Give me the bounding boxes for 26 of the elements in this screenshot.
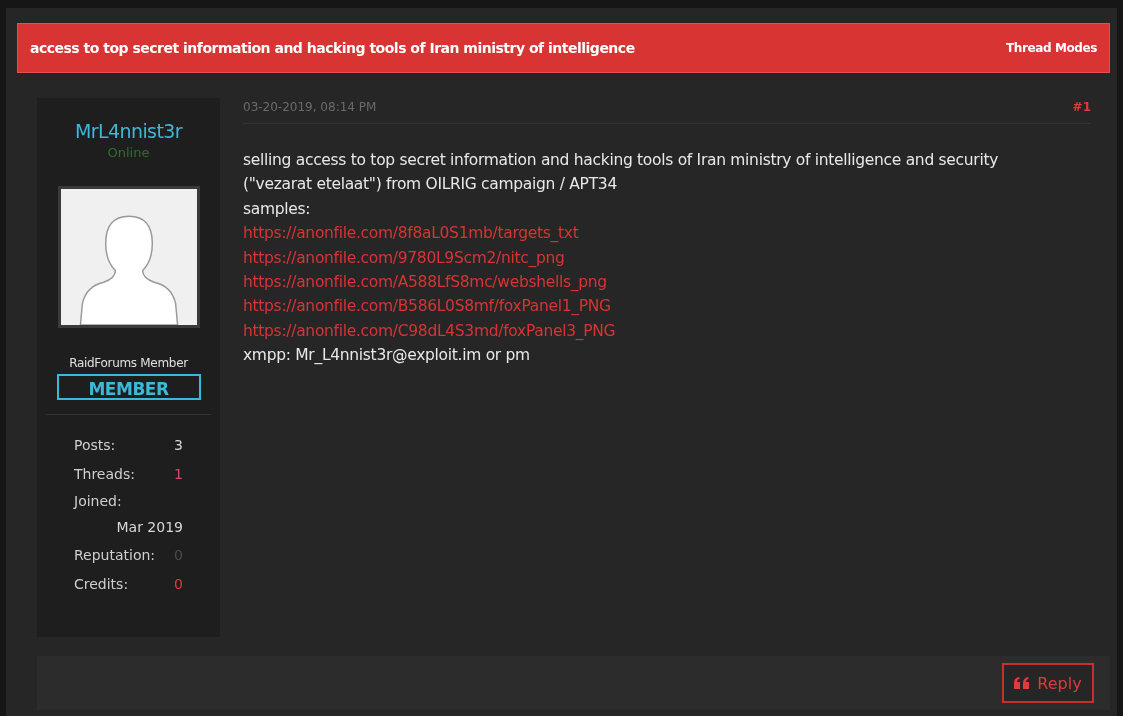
username-link[interactable]: MrL4nnist3r bbox=[75, 120, 182, 142]
file-link[interactable]: https://anonfile.com/8f8aL0S1mb/targets_txt bbox=[243, 221, 579, 246]
post-date: 03-20-2019, 08:14 PM bbox=[243, 100, 377, 114]
stat-label: Posts: bbox=[74, 436, 116, 453]
stat-label: Threads: bbox=[74, 465, 135, 482]
post-number-link[interactable]: #1 bbox=[1072, 100, 1091, 114]
post-text: xmpp: Mr_L4nnist3r@exploit.im or pm bbox=[243, 345, 531, 367]
thread-modes-link[interactable]: Thread Modes bbox=[1006, 41, 1097, 55]
stat-label: Reputation: bbox=[74, 546, 156, 563]
thread-title: access to top secret information and hacking tools of Iran ministry of intelligence bbox=[30, 40, 635, 56]
stat-label: Joined: bbox=[74, 493, 123, 509]
file-link[interactable]: https://anonfile.com/B586L0S8mf/foxPanel1_PNG bbox=[243, 294, 611, 319]
user-title: RaidForums Member bbox=[69, 356, 188, 370]
rank-badge: MEMBER bbox=[56, 374, 201, 400]
file-link[interactable]: https://anonfile.com/C98dL4S3md/foxPanel3_PNG bbox=[243, 318, 616, 344]
stat-value: 0 bbox=[174, 575, 183, 592]
stat-value: Mar 2019 bbox=[116, 519, 183, 535]
file-link[interactable]: https://anonfile.com/9780L9Scm2/nitc_png bbox=[243, 245, 565, 271]
stat-value: 3 bbox=[174, 436, 183, 453]
online-status: Online bbox=[107, 145, 150, 160]
post-text: samples: bbox=[243, 198, 312, 220]
file-link[interactable]: https://anonfile.com/A588LfS8mc/webshells_png bbox=[243, 270, 607, 295]
reply-button[interactable]: Reply bbox=[1002, 663, 1094, 703]
stat-label: Credits: bbox=[74, 575, 129, 592]
quote-icon bbox=[1014, 677, 1031, 689]
stat-value: 1 bbox=[174, 465, 183, 482]
